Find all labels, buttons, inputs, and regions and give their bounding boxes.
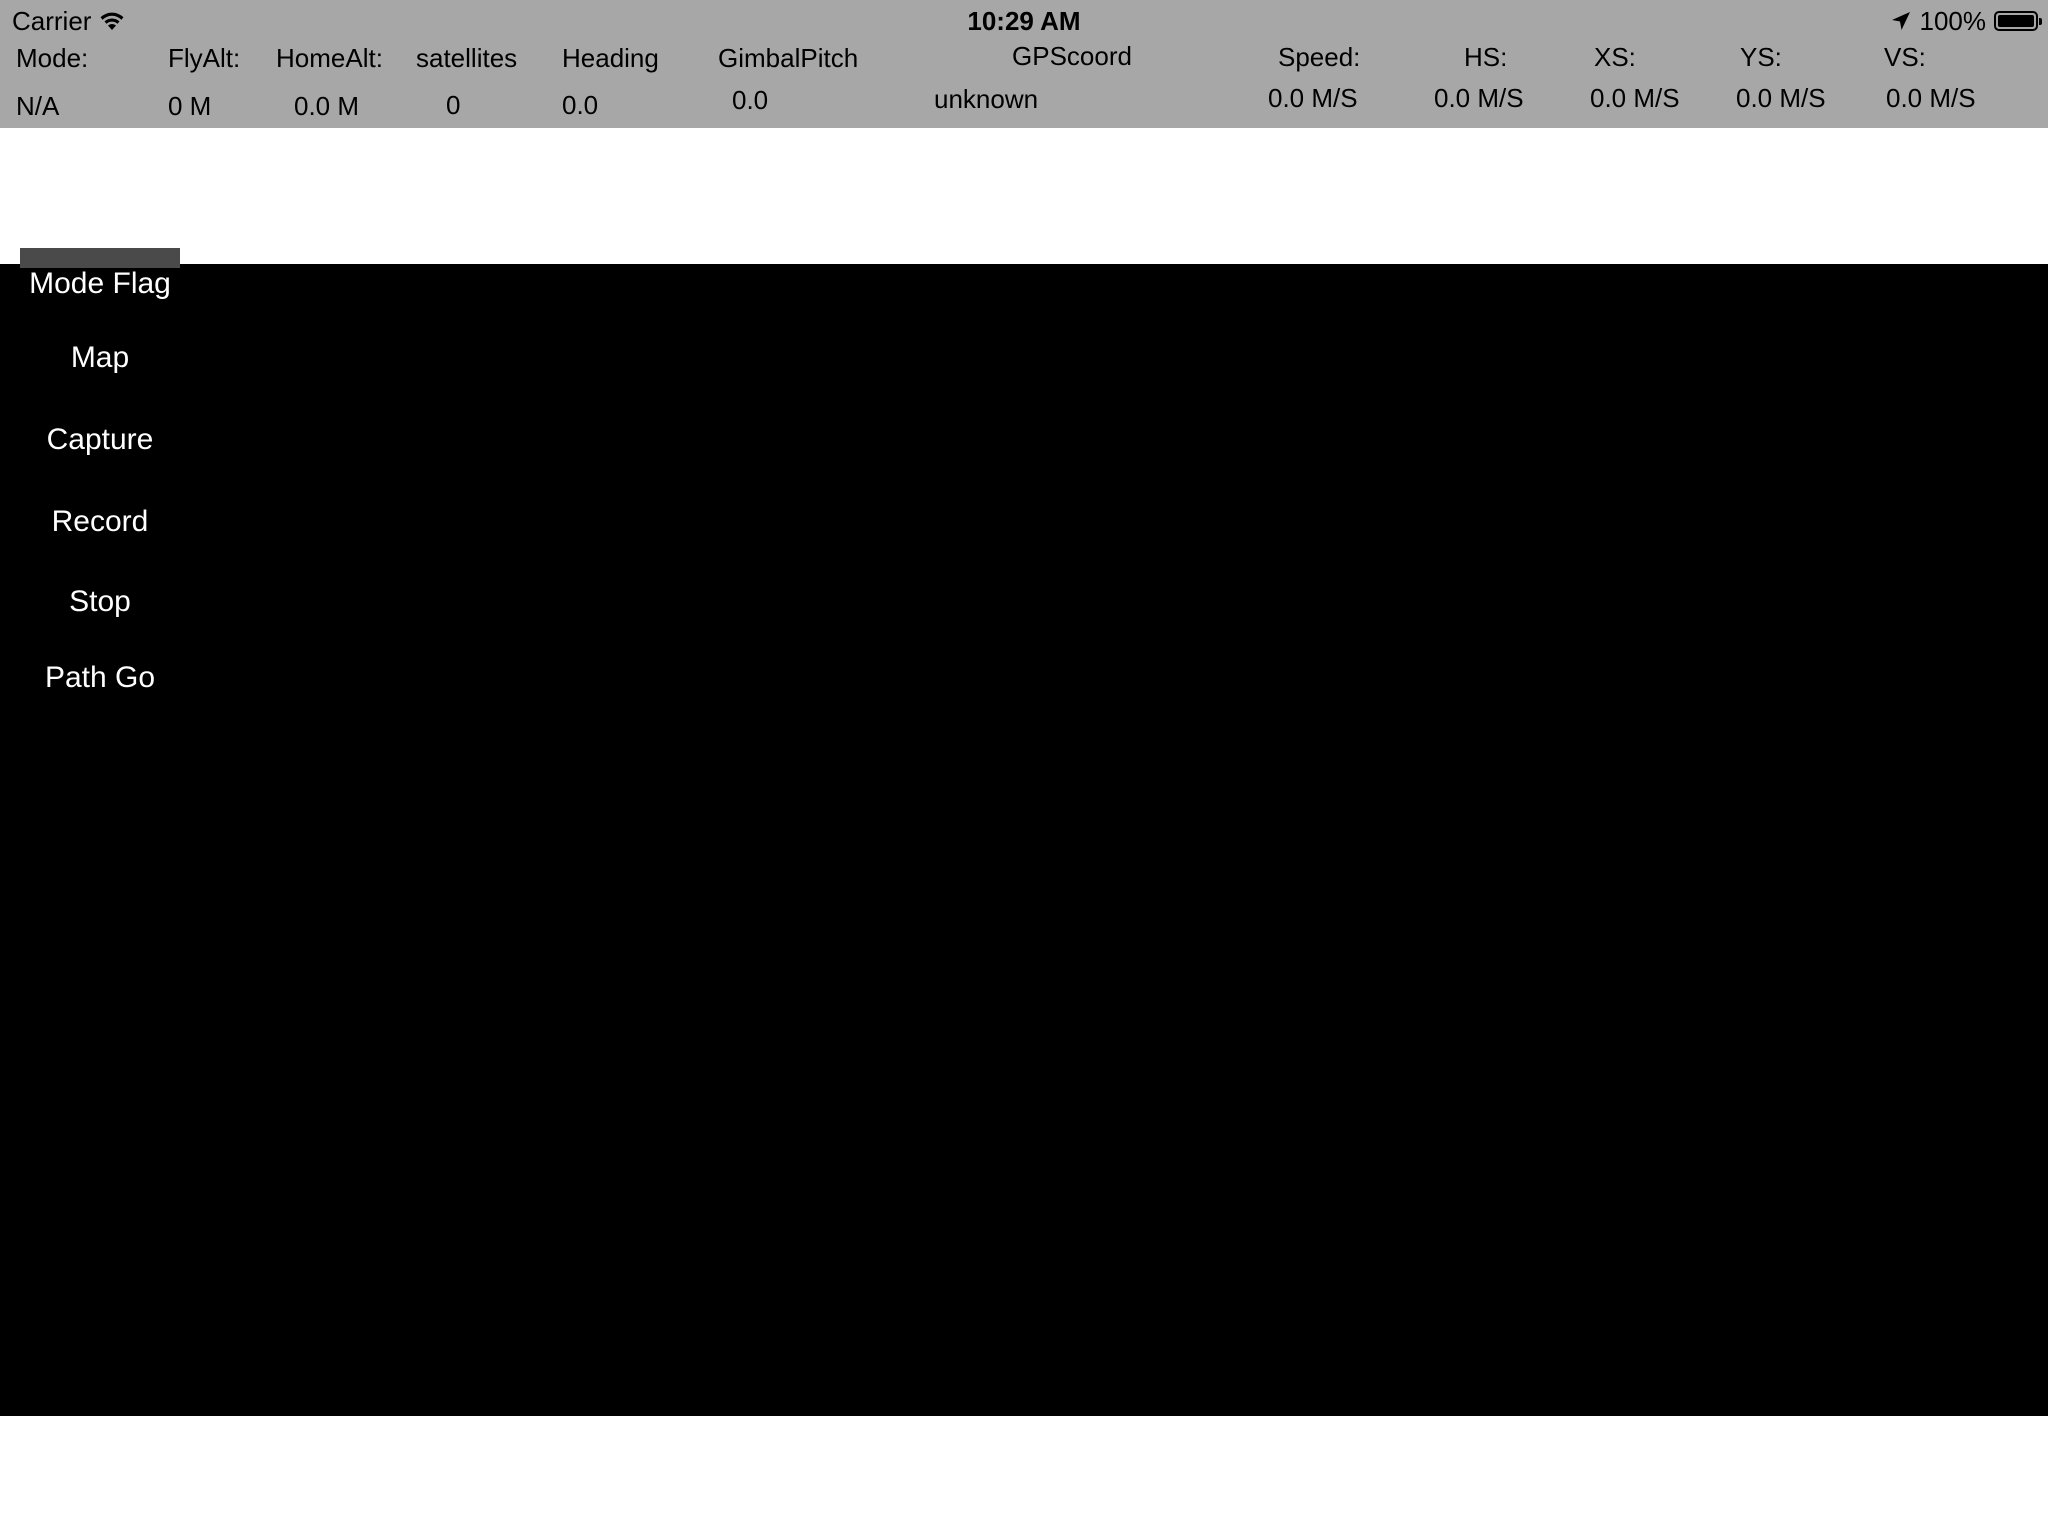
hs-value: 0.0 M/S	[1434, 83, 1524, 113]
clock: 10:29 AM	[967, 6, 1081, 36]
hs-label: HS:	[1464, 42, 1508, 72]
video-feed-area[interactable]: Mode Flag Map Capture Record Stop Path G…	[0, 264, 2048, 1416]
fly-alt-value: 0 M	[168, 91, 212, 121]
status-right-group: 100%	[1890, 6, 2042, 36]
capture-button[interactable]: Capture	[0, 422, 200, 458]
home-alt-value: 0.0 M	[294, 91, 360, 121]
home-alt-label: HomeAlt:	[276, 43, 383, 73]
xs-label: XS:	[1594, 42, 1636, 72]
content-spacer	[0, 128, 2048, 264]
gimbal-pitch-value: 0.0	[732, 85, 769, 115]
bottom-spacer	[0, 1416, 2048, 1536]
satellites-label: satellites	[416, 43, 518, 73]
heading-label: Heading	[562, 43, 659, 73]
mode-flag-tab	[20, 248, 180, 268]
satellites-value: 0	[446, 90, 461, 120]
battery-fill	[1998, 15, 2034, 27]
path-go-button[interactable]: Path Go	[0, 660, 200, 696]
gps-coord-label: GPScoord	[1012, 41, 1132, 71]
mode-label: Mode:	[16, 43, 89, 73]
ys-label: YS:	[1740, 42, 1782, 72]
gimbal-pitch-label: GimbalPitch	[718, 43, 859, 73]
battery-icon	[1994, 11, 2042, 31]
fly-alt-label: FlyAlt:	[168, 43, 241, 73]
vs-label: VS:	[1884, 42, 1926, 72]
map-button[interactable]: Map	[0, 340, 200, 376]
speed-value: 0.0 M/S	[1268, 83, 1358, 113]
telemetry-panel: Mode: FlyAlt: HomeAlt: satellites Headin…	[0, 40, 2048, 128]
location-arrow-icon	[1891, 12, 1910, 30]
mode-value: N/A	[16, 91, 60, 121]
record-button[interactable]: Record	[0, 504, 200, 540]
stop-button[interactable]: Stop	[0, 584, 200, 620]
ys-value: 0.0 M/S	[1736, 83, 1826, 113]
speed-label: Speed:	[1278, 42, 1361, 72]
ios-status-bar: Carrier 10:29 AM 100%	[0, 0, 2048, 40]
battery-percent: 100%	[1919, 6, 1987, 36]
xs-value: 0.0 M/S	[1590, 83, 1680, 113]
gps-coord-value: unknown	[934, 84, 1039, 114]
heading-value: 0.0	[562, 90, 599, 120]
vs-value: 0.0 M/S	[1886, 83, 1976, 113]
mode-flag-button[interactable]: Mode Flag	[0, 266, 200, 302]
